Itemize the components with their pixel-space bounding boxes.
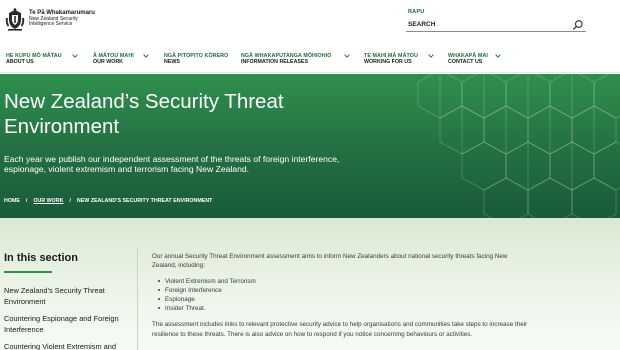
breadcrumb: HOME / OUR WORK / NEW ZEALAND’S SECURITY THR…: [4, 198, 212, 204]
nav-item-contact-us[interactable]: WHAKAPĀ MAI CONTACT US: [448, 53, 501, 66]
page-title: New Zealand’s Security Threat Environmen…: [4, 90, 284, 138]
chevron-down-icon[interactable]: [143, 54, 149, 58]
search-input[interactable]: [408, 18, 563, 30]
nav-item-english-label: OUR WORK: [93, 59, 124, 66]
nav-item-english-label: NEWS: [164, 59, 180, 66]
list-item: Insider Threat.: [158, 304, 532, 313]
chevron-down-icon[interactable]: [495, 54, 501, 58]
site-logo-text[interactable]: Te Pā Whakamarumaru New Zealand Security…: [29, 10, 95, 28]
list-item: Foreign Interference: [158, 286, 532, 295]
sidebar-link-security-threat-environment[interactable]: New Zealand’s Security Threat Environmen…: [4, 286, 132, 307]
nav-item-working-for-us[interactable]: TE MAHI MĀ MĀTOU WORKING FOR US: [364, 53, 434, 66]
nav-item-our-work[interactable]: Ā MĀTOU MAHI OUR WORK: [93, 53, 149, 66]
hexagon-pattern: [417, 74, 620, 218]
hero-description: Each year we publish our independent ass…: [4, 154, 340, 175]
main-navigation: HE KUPU MŌ MĀTAU ABOUT US Ā MĀTOU MAHI O…: [0, 45, 620, 73]
breadcrumb-separator: /: [69, 198, 71, 204]
chevron-down-icon[interactable]: [428, 54, 434, 58]
list-item: Espionage: [158, 295, 532, 304]
assessment-paragraph: The assessment includes links to relevan…: [152, 321, 528, 338]
search-label: RAPU: [408, 9, 425, 15]
nav-item-english-label: WORKING FOR US: [364, 59, 412, 66]
search-icon[interactable]: [572, 18, 584, 30]
nz-coat-of-arms-icon[interactable]: [4, 8, 26, 32]
hero-banner: New Zealand’s Security Threat Environmen…: [0, 74, 620, 218]
sidebar-title: In this section: [4, 252, 78, 264]
nav-item-news[interactable]: NGĀ PITOPITO KŌRERO NEWS: [164, 53, 228, 66]
nav-item-information-releases[interactable]: NGĀ WHAKAPUTANGA MŌHIOHIO INFORMATION RE…: [241, 53, 350, 66]
breadcrumb-home[interactable]: HOME: [4, 198, 20, 204]
site-header: Te Pā Whakamarumaru New Zealand Security…: [0, 0, 620, 42]
nav-item-english-label: INFORMATION RELEASES: [241, 59, 308, 66]
logo-english-line-2: Intelligence Service: [29, 21, 73, 28]
chevron-down-icon[interactable]: [344, 54, 350, 58]
nav-item-about-us[interactable]: HE KUPU MŌ MĀTAU ABOUT US: [6, 53, 78, 66]
chevron-down-icon[interactable]: [72, 54, 78, 58]
sidebar-link-countering-violent-extremism[interactable]: Countering Violent Extremism and: [4, 342, 132, 350]
sidebar-title-underline: [4, 271, 52, 273]
nav-item-english-label: CONTACT US: [448, 59, 483, 66]
list-item: Violent Extremism and Terrorism: [158, 277, 532, 286]
threat-list: Violent Extremism and Terrorism Foreign …: [158, 277, 532, 314]
breadcrumb-our-work[interactable]: OUR WORK: [33, 198, 63, 204]
search-box: [406, 16, 586, 32]
breadcrumb-separator: /: [25, 198, 28, 204]
sidebar-link-countering-espionage[interactable]: Countering Espionage and Foreign Interfe…: [4, 314, 132, 335]
main-article: Our annual Security Threat Environment a…: [152, 252, 532, 339]
nav-item-english-label: ABOUT US: [6, 59, 34, 66]
section-sidebar: In this section New Zealand’s Security T…: [0, 218, 135, 350]
content-divider: [137, 248, 138, 350]
page-content: In this section New Zealand’s Security T…: [0, 218, 620, 350]
breadcrumb-current: NEW ZEALAND’S SECURITY THREAT ENVIRONMEN…: [76, 198, 213, 204]
intro-paragraph: Our annual Security Threat Environment a…: [152, 253, 508, 270]
